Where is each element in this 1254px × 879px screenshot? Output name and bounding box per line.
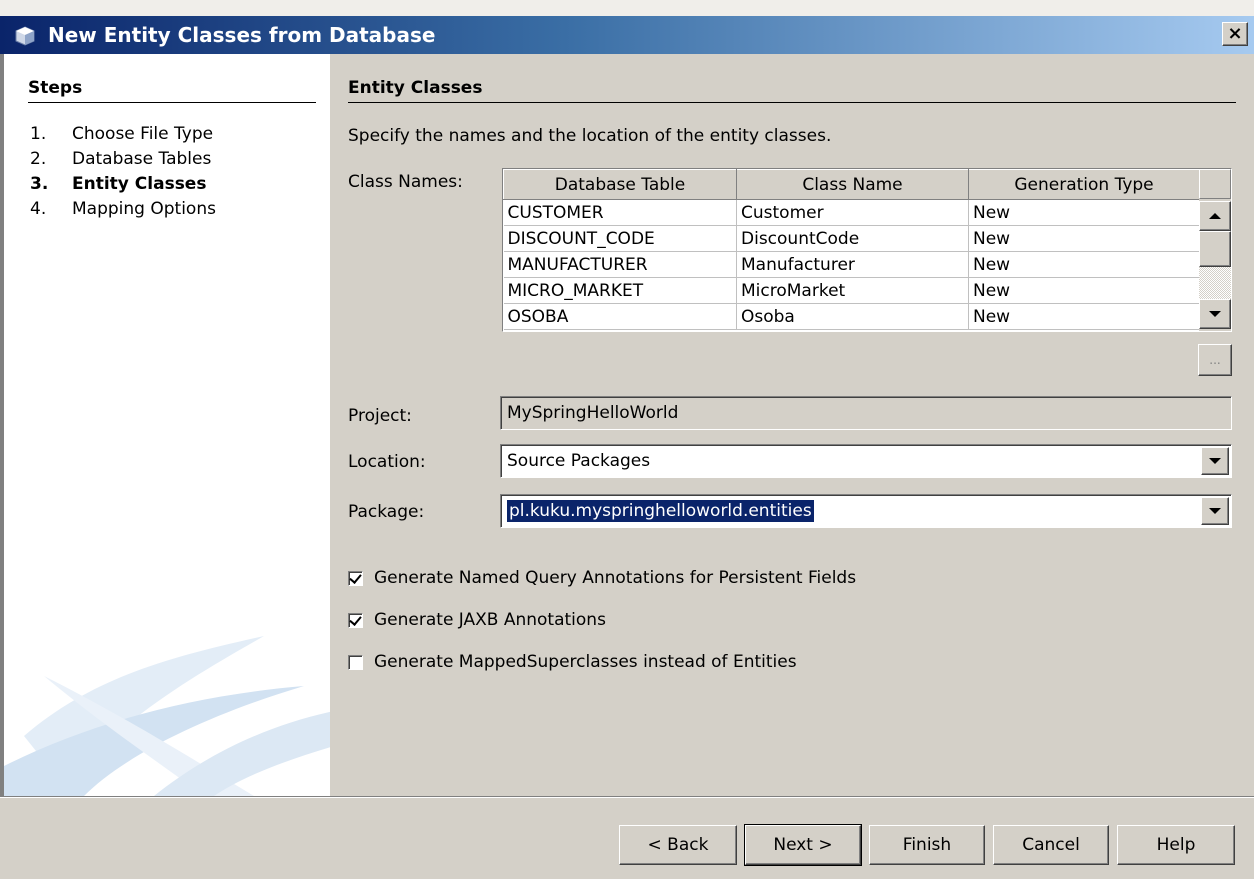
arrow-down-icon xyxy=(1209,311,1221,317)
package-combobox[interactable]: pl.kuku.myspringhelloworld.entities xyxy=(500,494,1232,528)
location-dropdown[interactable]: Source Packages xyxy=(500,444,1232,478)
finish-button[interactable]: Finish xyxy=(869,825,985,865)
table-options-button[interactable]: ... xyxy=(1198,344,1232,376)
step-label: Choose File Type xyxy=(72,124,214,144)
table-row[interactable]: MICRO_MARKET MicroMarket New xyxy=(503,277,1199,304)
steps-panel: Steps 1. Choose File Type 2. Database Tabl… xyxy=(0,54,330,796)
step-item-4: 4. Mapping Options xyxy=(30,197,216,222)
mapped-superclasses-checkbox[interactable] xyxy=(348,654,363,670)
step-item-1: 1. Choose File Type xyxy=(30,122,216,147)
table-cell[interactable]: DISCOUNT_CODE xyxy=(503,225,737,252)
step-number: 3. xyxy=(30,174,49,194)
chevron-down-icon xyxy=(1209,458,1221,464)
column-header-class-name[interactable]: Class Name xyxy=(736,169,969,200)
title-bar[interactable]: New Entity Classes from Database × xyxy=(0,16,1254,54)
chevron-down-icon xyxy=(1209,508,1221,514)
table-cell[interactable]: New xyxy=(968,225,1199,252)
help-button[interactable]: Help xyxy=(1117,825,1235,865)
step-item-2: 2. Database Tables xyxy=(30,147,216,172)
close-button[interactable]: × xyxy=(1222,22,1248,46)
steps-title: Steps xyxy=(28,78,83,98)
location-value: Source Packages xyxy=(507,451,651,471)
mapped-superclasses-checkbox-row[interactable]: Generate MappedSuperclasses instead of E… xyxy=(348,652,797,672)
project-field: MySpringHelloWorld xyxy=(500,396,1232,430)
table-vertical-scrollbar[interactable] xyxy=(1199,169,1231,331)
table-cell[interactable]: Manufacturer xyxy=(736,251,969,278)
table-cell[interactable]: New xyxy=(968,199,1199,226)
mapped-superclasses-checkbox-label[interactable]: Generate MappedSuperclasses instead of E… xyxy=(374,652,797,672)
table-header-row: Database Table Class Name Generation Typ… xyxy=(503,169,1199,200)
step-label: Database Tables xyxy=(72,149,212,169)
scroll-down-button[interactable] xyxy=(1199,299,1231,329)
package-dropdown-button[interactable] xyxy=(1201,497,1229,525)
jaxb-checkbox[interactable] xyxy=(348,612,363,628)
package-label: Package: xyxy=(348,502,425,522)
table-cell[interactable]: MICRO_MARKET xyxy=(503,277,737,304)
main-panel: Entity Classes Specify the names and the… xyxy=(330,54,1254,796)
close-icon: × xyxy=(1227,23,1243,44)
column-header-generation-type[interactable]: Generation Type xyxy=(968,169,1199,200)
table-cell[interactable]: New xyxy=(968,303,1199,330)
named-query-checkbox[interactable] xyxy=(348,570,363,586)
location-label: Location: xyxy=(348,452,426,472)
button-bar-divider xyxy=(0,796,1254,798)
background-strip xyxy=(0,0,1254,16)
scroll-up-button[interactable] xyxy=(1199,201,1231,231)
table-cell[interactable]: New xyxy=(968,277,1199,304)
section-divider xyxy=(348,102,1236,103)
back-button[interactable]: < Back xyxy=(619,825,737,865)
cancel-button[interactable]: Cancel xyxy=(993,825,1109,865)
table-cell[interactable]: Osoba xyxy=(736,303,969,330)
location-dropdown-button[interactable] xyxy=(1201,447,1229,475)
table-cell[interactable]: New xyxy=(968,251,1199,278)
column-header-database-table[interactable]: Database Table xyxy=(503,169,737,200)
table-cell[interactable]: MicroMarket xyxy=(736,277,969,304)
next-button[interactable]: Next > xyxy=(744,824,862,866)
steps-list: 1. Choose File Type 2. Database Tables 3. E… xyxy=(30,122,216,222)
table-cell[interactable]: Customer xyxy=(736,199,969,226)
table-cell[interactable]: MANUFACTURER xyxy=(503,251,737,278)
scrollbar-thumb[interactable] xyxy=(1199,231,1231,267)
scrollbar-corner xyxy=(1199,169,1231,199)
arrow-up-icon xyxy=(1209,213,1221,219)
table-row[interactable]: DISCOUNT_CODE DiscountCode New xyxy=(503,225,1199,252)
package-value[interactable]: pl.kuku.myspringhelloworld.entities xyxy=(507,500,814,522)
table-row[interactable]: CUSTOMER Customer New xyxy=(503,199,1199,226)
table-cell[interactable]: OSOBA xyxy=(503,303,737,330)
class-names-label: Class Names: xyxy=(348,172,463,192)
table-row[interactable]: MANUFACTURER Manufacturer New xyxy=(503,251,1199,278)
step-number: 4. xyxy=(30,199,47,219)
project-label: Project: xyxy=(348,406,412,426)
step-item-3: 3. Entity Classes xyxy=(30,172,216,197)
section-description: Specify the names and the location of th… xyxy=(348,126,832,146)
window-title: New Entity Classes from Database xyxy=(48,23,436,47)
step-number: 2. xyxy=(30,149,47,169)
jaxb-checkbox-label[interactable]: Generate JAXB Annotations xyxy=(374,610,606,630)
netbeans-cube-icon xyxy=(15,26,35,46)
table-row[interactable]: OSOBA Osoba New xyxy=(503,303,1199,330)
table-cell[interactable]: DiscountCode xyxy=(736,225,969,252)
step-label: Entity Classes xyxy=(72,174,207,194)
jaxb-checkbox-row[interactable]: Generate JAXB Annotations xyxy=(348,610,606,630)
step-label: Mapping Options xyxy=(72,199,216,219)
steps-divider xyxy=(28,102,316,103)
project-value: MySpringHelloWorld xyxy=(507,403,679,423)
named-query-checkbox-label[interactable]: Generate Named Query Annotations for Per… xyxy=(374,568,856,588)
class-names-table[interactable]: Database Table Class Name Generation Typ… xyxy=(502,168,1232,332)
named-query-checkbox-row[interactable]: Generate Named Query Annotations for Per… xyxy=(348,568,856,588)
decorative-swoosh-image xyxy=(4,636,330,796)
step-number: 1. xyxy=(30,124,47,144)
table-cell[interactable]: CUSTOMER xyxy=(503,199,737,226)
section-title: Entity Classes xyxy=(348,78,483,98)
